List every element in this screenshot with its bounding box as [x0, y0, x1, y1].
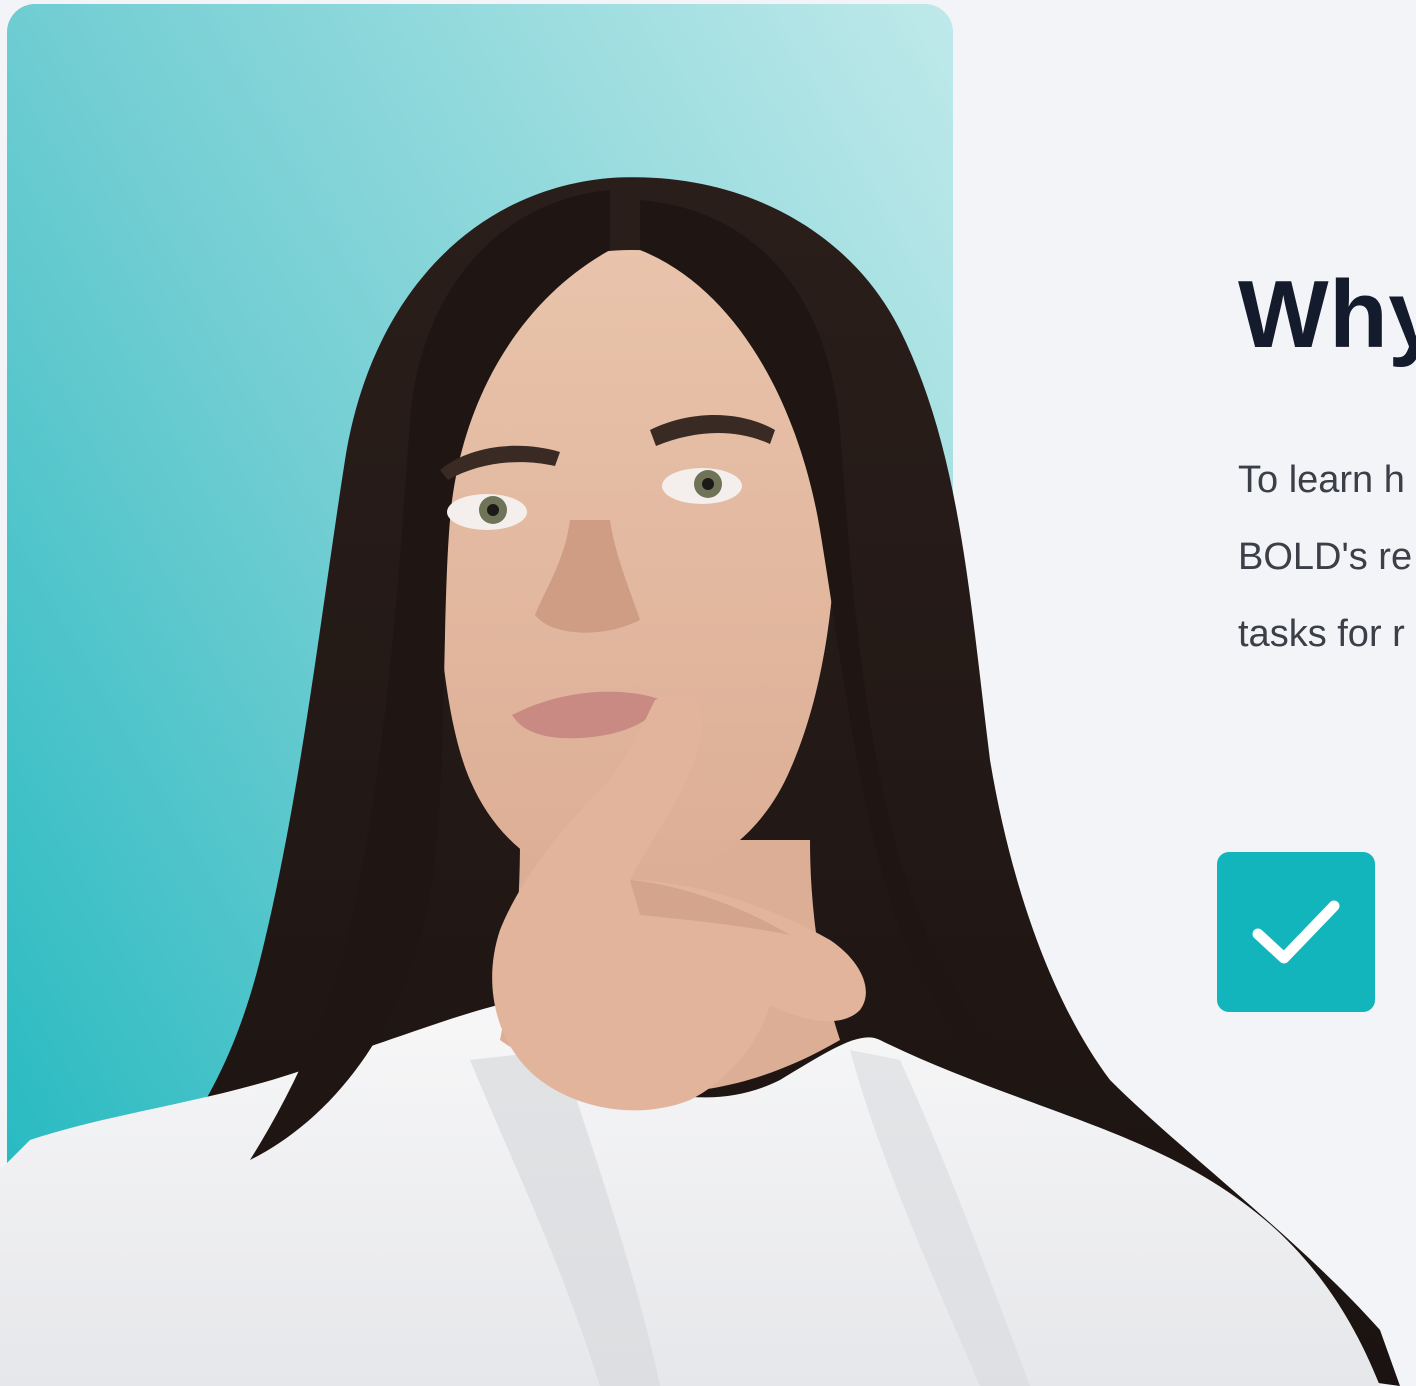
check-badge — [1217, 852, 1375, 1012]
description-line-3: tasks for r — [1238, 613, 1405, 655]
thinking-woman-photo — [0, 177, 1400, 1386]
section-headline: Why — [1238, 261, 1416, 368]
description-line-1: To learn h — [1238, 459, 1405, 501]
description-line-2: BOLD's re — [1238, 536, 1413, 578]
section-description: To learn h BOLD's re tasks for r — [1238, 442, 1412, 673]
checkmark-icon — [1252, 900, 1340, 964]
page: Why To learn h BOLD's re tasks for r — [0, 0, 1416, 1386]
